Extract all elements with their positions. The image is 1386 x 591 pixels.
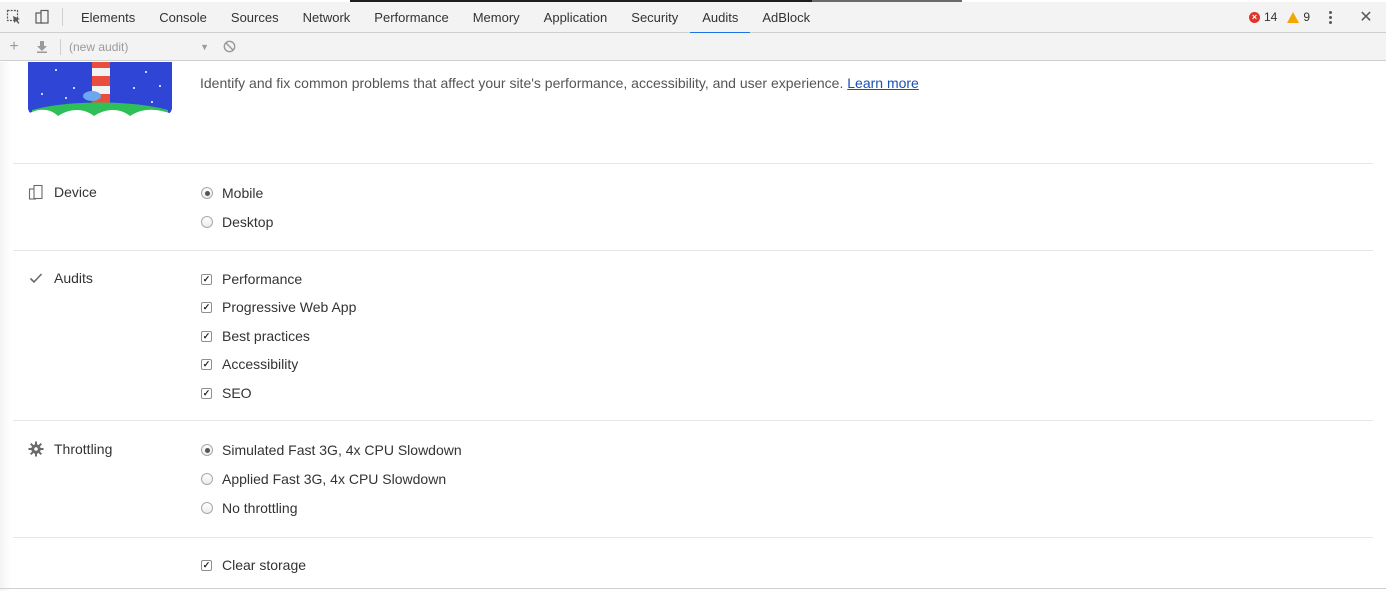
- applied-label: Applied Fast 3G, 4x CPU Slowdown: [222, 471, 447, 487]
- best-practices-label: Best practices: [222, 328, 310, 344]
- toolbar-divider: [60, 38, 61, 55]
- audit-option-best-practices[interactable]: ✓ Best practices: [201, 328, 310, 344]
- clear-storage-option[interactable]: ✓ Clear storage: [201, 557, 306, 573]
- clear-all-icon[interactable]: [215, 33, 243, 61]
- throttling-label: Throttling: [54, 441, 113, 457]
- audits-label: Audits: [54, 270, 93, 286]
- audit-option-pwa[interactable]: ✓ Progressive Web App: [201, 299, 356, 315]
- tab-memory[interactable]: Memory: [461, 2, 532, 33]
- checkmark-icon: [28, 270, 44, 286]
- tab-sources[interactable]: Sources: [219, 2, 291, 33]
- section-divider: [13, 537, 1373, 538]
- tab-elements[interactable]: Elements: [69, 2, 147, 33]
- learn-more-link[interactable]: Learn more: [847, 75, 919, 91]
- throttling-option-none[interactable]: No throttling: [201, 500, 297, 516]
- performance-label: Performance: [222, 271, 303, 287]
- audits-section-label: Audits: [28, 270, 93, 286]
- panel-edge-shadow: [0, 62, 12, 591]
- best-practices-checkbox[interactable]: ✓: [201, 330, 212, 342]
- device-toolbar-icon[interactable]: [28, 2, 56, 33]
- device-option-mobile[interactable]: Mobile: [201, 185, 263, 201]
- throttling-option-simulated[interactable]: Simulated Fast 3G, 4x CPU Slowdown: [201, 442, 462, 458]
- lighthouse-logo: [28, 62, 172, 126]
- console-counters[interactable]: × 14 9: [1248, 10, 1310, 24]
- pwa-checkbox[interactable]: ✓: [201, 301, 212, 313]
- tab-audits[interactable]: Audits: [690, 2, 751, 34]
- simulated-radio[interactable]: [201, 444, 213, 456]
- more-options-icon[interactable]: [1320, 10, 1340, 24]
- chevron-down-icon: ▼: [200, 41, 209, 52]
- mobile-radio[interactable]: [201, 187, 213, 199]
- audit-option-accessibility[interactable]: ✓ Accessibility: [201, 356, 298, 372]
- warning-count: 9: [1303, 10, 1310, 24]
- device-option-desktop[interactable]: Desktop: [201, 214, 273, 230]
- performance-checkbox[interactable]: ✓: [201, 273, 212, 285]
- tab-application[interactable]: Application: [532, 2, 620, 33]
- throttling-option-applied[interactable]: Applied Fast 3G, 4x CPU Slowdown: [201, 471, 446, 487]
- seo-checkbox[interactable]: ✓: [201, 387, 212, 399]
- tab-console[interactable]: Console: [147, 2, 219, 33]
- no-throttling-label: No throttling: [222, 500, 298, 516]
- warning-icon: [1287, 11, 1300, 23]
- tab-security[interactable]: Security: [619, 2, 690, 33]
- clear-storage-checkbox[interactable]: ✓: [201, 559, 212, 571]
- audit-select-value: (new audit): [69, 39, 129, 54]
- accessibility-checkbox[interactable]: ✓: [201, 358, 212, 370]
- desktop-label: Desktop: [222, 214, 274, 230]
- applied-radio[interactable]: [201, 473, 213, 485]
- simulated-label: Simulated Fast 3G, 4x CPU Slowdown: [222, 442, 462, 458]
- section-divider: [13, 163, 1373, 164]
- pwa-label: Progressive Web App: [222, 299, 357, 315]
- device-label: Device: [54, 184, 97, 200]
- clear-storage-label: Clear storage: [222, 557, 307, 573]
- no-throttling-radio[interactable]: [201, 502, 213, 514]
- inspect-element-icon[interactable]: [0, 2, 28, 33]
- device-icon: [28, 184, 44, 200]
- toolbar-divider: [62, 8, 63, 26]
- tab-adblock[interactable]: AdBlock: [750, 2, 822, 33]
- error-icon: ×: [1248, 11, 1260, 23]
- panel-bottom-border: [0, 588, 1386, 589]
- close-devtools-icon[interactable]: ✕: [1354, 7, 1378, 27]
- device-section-label: Device: [28, 184, 97, 200]
- devtools-tabbar: Elements Console Sources Network Perform…: [0, 2, 1386, 34]
- tab-network[interactable]: Network: [291, 2, 363, 33]
- section-divider: [13, 420, 1373, 421]
- intro-text: Identify and fix common problems that af…: [200, 75, 919, 91]
- add-audit-icon[interactable]: +: [0, 33, 28, 61]
- audit-option-performance[interactable]: ✓ Performance: [201, 271, 302, 287]
- desktop-radio[interactable]: [201, 216, 213, 228]
- seo-label: SEO: [222, 385, 252, 401]
- audit-option-seo[interactable]: ✓ SEO: [201, 385, 252, 401]
- mobile-label: Mobile: [222, 185, 264, 201]
- intro-description: Identify and fix common problems that af…: [200, 75, 848, 91]
- gear-icon: [28, 441, 44, 457]
- error-count: 14: [1263, 10, 1278, 24]
- audits-toolbar: + (new audit) ▼: [0, 33, 1386, 61]
- throttling-section-label: Throttling: [28, 441, 112, 457]
- tab-performance[interactable]: Performance: [362, 2, 460, 33]
- accessibility-label: Accessibility: [222, 356, 299, 372]
- section-divider: [13, 250, 1373, 251]
- audit-report-select[interactable]: (new audit) ▼: [65, 36, 215, 58]
- download-report-icon[interactable]: [28, 33, 56, 61]
- audits-start-panel: Identify and fix common problems that af…: [0, 62, 1386, 591]
